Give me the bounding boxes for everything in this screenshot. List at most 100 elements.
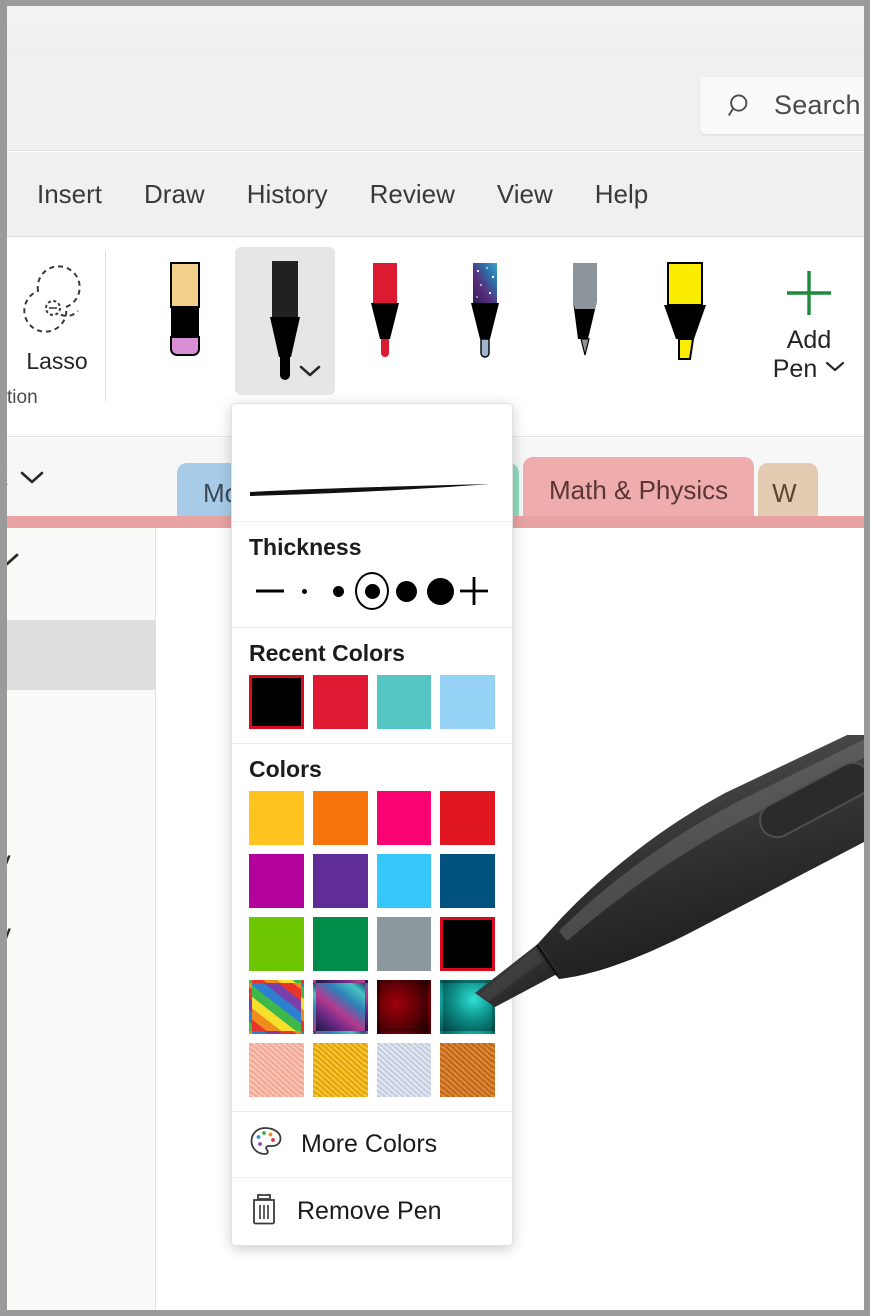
recent-colors-section: Recent Colors	[232, 628, 512, 744]
app-window: Search Insert Draw History Review View H…	[0, 0, 870, 1316]
pen-settings-flyout: Thickness Recent Colors Colors More Colo…	[231, 403, 513, 1246]
search-strip: Search	[7, 58, 870, 151]
yellow-highlighter-icon	[664, 262, 706, 360]
thickness-4-button[interactable]	[389, 571, 423, 611]
swatch-magenta-pink[interactable]	[376, 791, 432, 845]
swatch-orange[interactable]	[312, 791, 368, 845]
thickness-section: Thickness	[232, 522, 512, 628]
pen-gray-pencil-button[interactable]	[535, 247, 635, 387]
remove-pen-label: Remove Pen	[297, 1197, 442, 1225]
page-list-text-fragment: y	[7, 918, 11, 950]
page-list-header[interactable]: s	[7, 542, 19, 574]
pen-black-button[interactable]	[235, 247, 335, 395]
stroke-preview	[232, 404, 512, 522]
plus-icon	[781, 265, 837, 326]
recent-swatch-crimson[interactable]	[312, 675, 368, 729]
section-tab-math-physics[interactable]: Math & Physics	[523, 457, 755, 523]
remove-pen-menu-item[interactable]: Remove Pen	[232, 1178, 512, 1245]
ribbon-tab-strip: Insert Draw History Review View Help	[7, 152, 864, 237]
add-pen-label-line2: Pen	[772, 354, 818, 383]
swatch-dark-blue[interactable]	[440, 854, 495, 908]
title-bar	[7, 6, 864, 58]
lasso-icon	[14, 257, 100, 342]
ribbon-group-divider	[105, 251, 106, 401]
lasso-label: Lasso	[26, 348, 88, 374]
ribbon-tab-insert[interactable]: Insert	[21, 173, 118, 216]
swatch-galaxy-texture[interactable]	[312, 980, 368, 1034]
trash-icon	[249, 1191, 279, 1232]
pen-yellow-highlighter-button[interactable]	[635, 247, 735, 387]
more-colors-menu-item[interactable]: More Colors	[232, 1112, 512, 1178]
chevron-down-icon[interactable]	[7, 542, 19, 574]
add-pen-button[interactable]: Add Pen	[759, 251, 859, 401]
ribbon-tab-history[interactable]: History	[231, 173, 344, 216]
recent-swatch-light-blue[interactable]	[440, 675, 495, 729]
pen-eraser-button[interactable]	[135, 247, 235, 387]
swatch-cyan[interactable]	[376, 854, 432, 908]
swatch-green[interactable]	[312, 917, 368, 971]
swatch-gold[interactable]	[249, 791, 304, 845]
swatch-silver-pencil-texture[interactable]	[376, 1043, 432, 1097]
recent-colors-grid	[249, 675, 495, 729]
chevron-down-icon[interactable]	[299, 364, 321, 383]
search-icon	[726, 91, 756, 121]
window-border-right	[864, 0, 870, 1316]
swatch-gold-pencil-texture[interactable]	[312, 1043, 368, 1097]
window-border-left	[0, 0, 7, 1316]
swatch-red[interactable]	[440, 791, 495, 845]
window-border-top	[0, 0, 870, 6]
more-colors-label: More Colors	[301, 1130, 438, 1158]
page-list-text-fragment: gy	[7, 845, 11, 877]
add-pen-label-line1: Add	[786, 326, 832, 354]
section-tab-label: W	[772, 477, 797, 508]
search-placeholder: Search	[774, 90, 861, 120]
ribbon-tab-review[interactable]: Review	[354, 173, 471, 216]
thickness-plus-button[interactable]	[457, 571, 491, 611]
colors-section: Colors	[232, 744, 512, 1112]
thickness-1-button[interactable]	[287, 571, 321, 611]
swatch-teal-texture[interactable]	[440, 980, 495, 1034]
pen-galaxy-button[interactable]	[435, 247, 535, 387]
ribbon-tab-view[interactable]: View	[481, 173, 569, 216]
page-list-item-selected[interactable]	[7, 620, 156, 690]
swatch-black[interactable]	[440, 917, 495, 971]
notebook-title[interactable]: ook	[7, 460, 44, 493]
gray-pencil-icon	[573, 263, 597, 356]
swatch-violet[interactable]	[312, 854, 368, 908]
swatch-pink-pencil-texture[interactable]	[249, 1043, 304, 1097]
page-list-pane: s gy y	[7, 528, 156, 1310]
colors-title: Colors	[249, 756, 322, 782]
ribbon-tab-draw[interactable]: Draw	[128, 173, 221, 216]
recent-swatch-black[interactable]	[249, 675, 304, 729]
pen-gallery	[135, 247, 735, 417]
thickness-2-button[interactable]	[321, 571, 355, 611]
swatch-rainbow-texture[interactable]	[249, 980, 304, 1034]
thickness-3-button-selected[interactable]	[355, 571, 389, 611]
section-tab-label: Math & Physics	[549, 474, 729, 505]
selection-group-caption: tion	[7, 387, 38, 408]
pen-red-button[interactable]	[335, 247, 435, 387]
palette-icon	[249, 1125, 283, 1164]
thickness-5-button[interactable]	[423, 571, 457, 611]
swatch-slate-gray[interactable]	[376, 917, 432, 971]
swatch-copper-pencil-texture[interactable]	[440, 1043, 495, 1097]
eraser-icon	[170, 262, 200, 356]
galaxy-pen-icon	[471, 263, 499, 358]
red-pen-icon	[371, 263, 399, 357]
chevron-down-icon[interactable]	[825, 360, 845, 378]
window-border-bottom	[0, 1310, 870, 1316]
section-tab-w[interactable]: W	[758, 463, 819, 523]
thickness-options	[249, 569, 495, 613]
recent-colors-title: Recent Colors	[249, 640, 405, 666]
thickness-title: Thickness	[249, 534, 362, 560]
notebook-name: ook	[7, 460, 8, 493]
swatch-lava-texture[interactable]	[376, 980, 432, 1034]
swatch-purple-magenta[interactable]	[249, 854, 304, 908]
swatch-lime-green[interactable]	[249, 917, 304, 971]
colors-grid	[249, 791, 495, 1097]
ribbon-tab-help[interactable]: Help	[579, 173, 664, 216]
search-input[interactable]: Search	[700, 77, 870, 134]
thickness-minus-button[interactable]	[253, 571, 287, 611]
chevron-down-icon[interactable]	[20, 460, 44, 493]
recent-swatch-teal[interactable]	[376, 675, 432, 729]
